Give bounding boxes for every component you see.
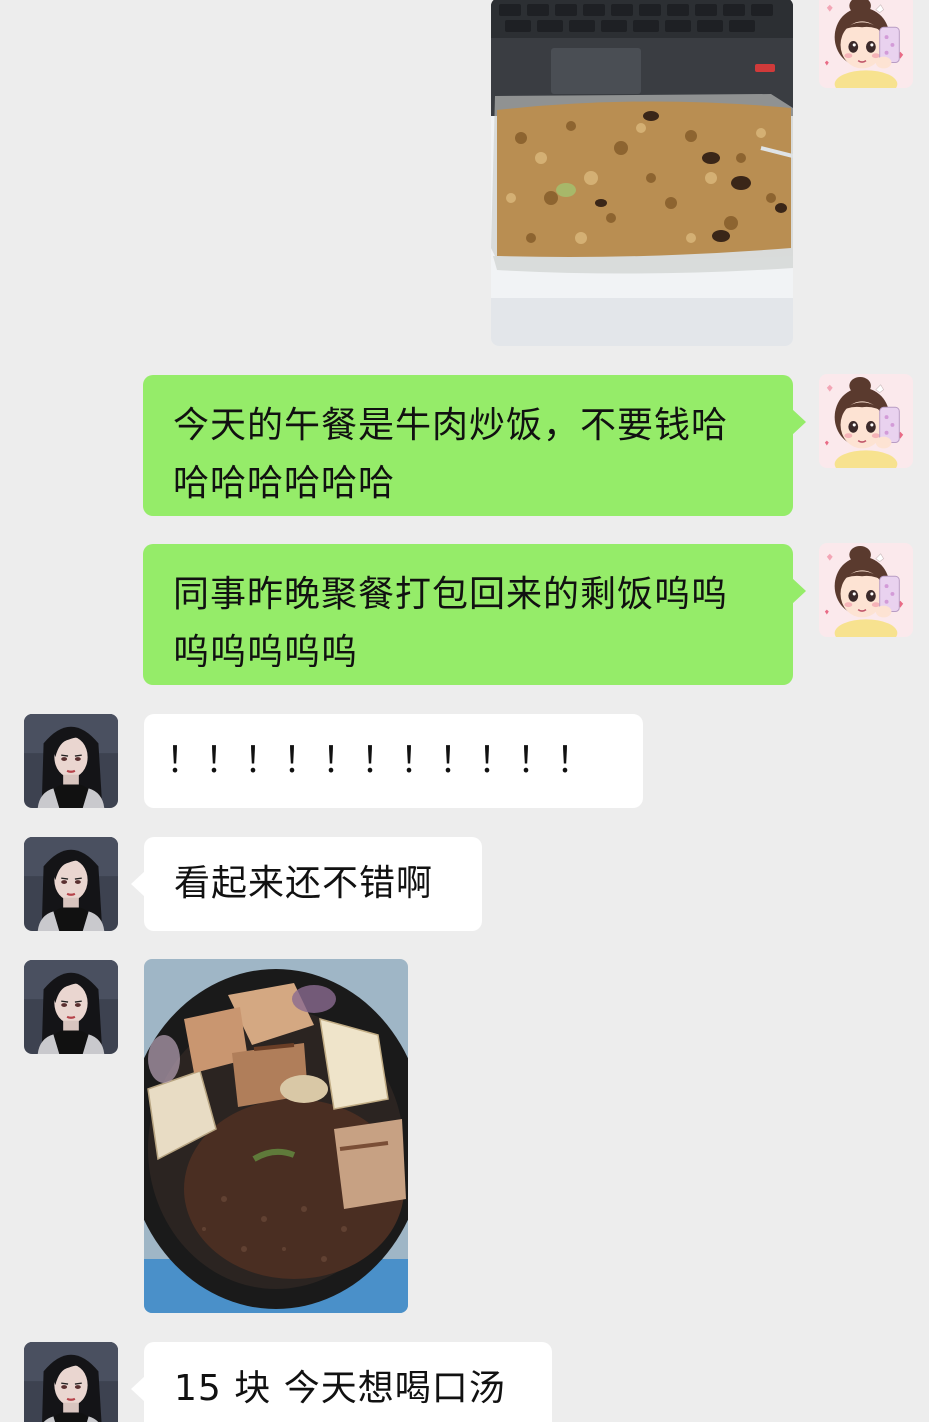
dark-haired-woman-avatar-icon [24,714,118,808]
message-text: 今天的午餐是牛肉炒饭，不要钱哈哈哈哈哈哈哈 [173,405,729,504]
friend-text-bubble[interactable]: 看起来还不错啊 [131,837,482,931]
dark-haired-woman-avatar-icon [24,960,118,1054]
message-text: ！！！！！！！！！！！ [166,740,596,781]
friend-avatar[interactable] [24,960,118,1054]
friend-avatar[interactable] [24,714,118,808]
cartoon-girl-avatar-icon [819,543,913,637]
dark-haired-woman-avatar-icon [24,1342,118,1422]
chat-message-list[interactable]: 今天的午餐是牛肉炒饭，不要钱哈哈哈哈哈哈哈 同事昨晚聚餐打包回来的剩饭呜呜呜呜呜… [0,0,929,1422]
message-image-soup[interactable] [144,959,408,1313]
message-text: 同事昨晚聚餐打包回来的剩饭呜呜呜呜呜呜呜 [173,574,729,673]
my-avatar[interactable] [819,543,913,637]
friend-text-bubble[interactable]: ！！！！！！！！！！！ [144,714,643,808]
friend-text-bubble[interactable]: 15 块 今天想喝口汤 [131,1342,552,1422]
message-text: 15 块 今天想喝口汤 [174,1368,506,1409]
my-avatar[interactable] [819,374,913,468]
dark-haired-woman-avatar-icon [24,837,118,931]
fried-rice-photo-icon [491,0,793,346]
rib-soup-photo-icon [144,959,408,1313]
message-text: 看起来还不错啊 [174,863,434,904]
my-avatar[interactable] [819,0,913,88]
friend-avatar[interactable] [24,837,118,931]
cartoon-girl-avatar-icon [819,374,913,468]
cartoon-girl-avatar-icon [819,0,913,88]
my-text-bubble[interactable]: 今天的午餐是牛肉炒饭，不要钱哈哈哈哈哈哈哈 [143,375,806,516]
my-text-bubble[interactable]: 同事昨晚聚餐打包回来的剩饭呜呜呜呜呜呜呜 [143,544,806,685]
message-image-fried-rice[interactable] [491,0,793,346]
friend-avatar[interactable] [24,1342,118,1422]
